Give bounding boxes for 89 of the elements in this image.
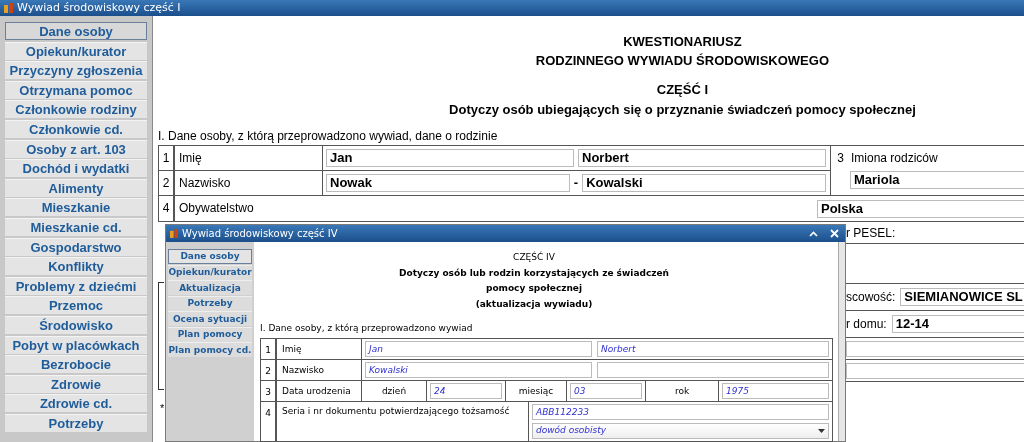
sidebar-item[interactable]: Konflikty	[5, 257, 147, 276]
sidebar-item[interactable]: Przyczyny zgłoszenia	[5, 61, 147, 80]
sidebar-item[interactable]: Bezrobocie	[5, 355, 147, 374]
sidebar-item[interactable]: Opiekun/kurator	[5, 41, 147, 60]
text-field[interactable]: 03	[570, 382, 642, 399]
form-heading: CZĘŚĆ IV	[513, 250, 555, 264]
text-field[interactable]: Norbert	[597, 340, 829, 357]
sidebar-item[interactable]: Gospodarstwo	[5, 237, 147, 256]
row-number: 2	[261, 359, 277, 380]
document-type-dropdown[interactable]: dowód osobisty	[532, 422, 829, 439]
sidebar-item[interactable]: Ocena sytuacji	[168, 311, 252, 326]
sidebar-item[interactable]: Środowisko	[5, 315, 147, 334]
text-field[interactable]: Mariola	[850, 171, 1024, 189]
field-label: Nazwisko	[277, 359, 362, 380]
app-icon	[4, 3, 13, 13]
footnote-mark: *	[160, 401, 165, 416]
field-label: rok	[673, 384, 691, 398]
sidebar-item[interactable]: Potrzeby	[168, 295, 252, 311]
form-heading: RODZINNEGO WYWIADU ŚRODOWISKOWEGO	[535, 52, 829, 70]
app-icon	[170, 229, 178, 238]
sidebar-item[interactable]: Dane osoby	[168, 249, 252, 264]
close-icon[interactable]	[830, 229, 839, 238]
sidebar-item[interactable]: Dochód i wydatki	[5, 159, 147, 178]
sidebar-item[interactable]: Plan pomocy	[168, 326, 252, 342]
sidebar-item[interactable]: Pobyt w placówkach	[5, 335, 147, 354]
text-field[interactable]: ABB112233	[532, 403, 829, 420]
text-field[interactable]: 12-14	[891, 315, 1024, 333]
sidebar-item[interactable]: Plan pomocy cd.	[168, 342, 252, 357]
sidebar-item[interactable]: Dane osoby	[5, 22, 147, 40]
field-label: Data urodzenia	[277, 380, 362, 401]
sidebar-item[interactable]: Członkowie rodziny	[5, 100, 147, 119]
form-heading: pomocy społecznej	[485, 282, 583, 295]
sidebar-item[interactable]: Aktualizacja	[168, 280, 252, 295]
field-label: scowość:	[846, 289, 896, 306]
dropdown-arrow-icon	[818, 428, 825, 433]
field-label: Obywatelstwo	[178, 200, 255, 217]
row-number: 2	[159, 171, 175, 195]
form-heading: (aktualizacja wywiadu)	[475, 297, 593, 311]
field-label: r domu:	[846, 316, 887, 333]
sidebar-item[interactable]: Mieszkanie	[5, 198, 147, 217]
separator: -	[573, 174, 579, 193]
text-field[interactable]: 24	[430, 382, 502, 399]
sidebar-item[interactable]: Mieszkanie cd.	[5, 217, 147, 236]
sidebar-item[interactable]: Osoby z art. 103	[5, 139, 147, 158]
form-heading: KWESTIONARIUSZ	[623, 33, 742, 51]
sidebar-item[interactable]: Potrzeby	[5, 413, 147, 432]
sidebar-item[interactable]: Opiekun/kurator	[168, 264, 252, 280]
text-field[interactable]: SIEMIANOWICE SL	[900, 288, 1024, 306]
text-field[interactable]: Polska	[817, 199, 1024, 218]
field-label: Imię	[277, 338, 362, 359]
sidebar-item[interactable]: Przemoc	[5, 296, 147, 315]
text-field[interactable]: Kowalski	[582, 174, 826, 192]
row-number: 4	[261, 401, 277, 441]
scrollbar[interactable]	[838, 242, 845, 441]
form-heading: CZĘŚĆ I	[656, 81, 709, 99]
row-number: 3	[261, 380, 277, 401]
text-field[interactable]: Nowak	[326, 174, 570, 192]
text-field[interactable]: 1975	[722, 382, 829, 399]
text-field[interactable]: Jan	[326, 149, 574, 167]
field-label: r PESEL:	[846, 224, 896, 242]
text-field[interactable]: Jan	[365, 340, 592, 357]
sidebar-item[interactable]: Członkowie cd.	[5, 119, 147, 138]
row-number: 1	[159, 146, 175, 170]
field-label: miesiąc	[517, 384, 555, 398]
row-number: 3	[836, 150, 845, 167]
sidebar-item[interactable]: Zdrowie	[5, 374, 147, 393]
text-field[interactable]: Norbert	[578, 149, 826, 167]
row-number: 1	[261, 338, 277, 359]
field-label: Seria i nr dokumentu potwierdzającego tożsamość	[277, 401, 529, 441]
collapse-icon[interactable]	[809, 230, 818, 237]
text-field[interactable]	[597, 361, 829, 378]
dialog-title: Wywiad środowiskowy część IV	[182, 227, 339, 241]
row-number: 4	[159, 196, 175, 221]
text-field[interactable]	[846, 340, 1024, 357]
window-title: Wywiad środowiskowy część I	[17, 0, 181, 16]
field-label: dzień	[380, 384, 408, 398]
text-field[interactable]	[846, 362, 1024, 379]
field-label: Nazwisko	[175, 171, 323, 195]
sidebar-item[interactable]: Alimenty	[5, 178, 147, 197]
sidebar-item[interactable]: Problemy z dziećmi	[5, 276, 147, 295]
sidebar-item[interactable]: Zdrowie cd.	[5, 394, 147, 413]
form-heading: Dotyczy osób lub rodzin korzystających ze świadczeń	[399, 266, 669, 280]
field-label: Imię	[175, 146, 323, 170]
section-title: I. Dane osoby, z którą przeprowadzono wywiad, dane o rodzinie	[158, 128, 499, 145]
text-field[interactable]: Kowalski	[365, 361, 592, 378]
section-title: I. Dane osoby, z którą przeprowadzono wywiad	[260, 322, 474, 335]
form-heading: Dotyczy osób ubiegających się o przyznanie świadczeń pomocy społecznej	[449, 101, 916, 119]
sidebar-item[interactable]: Otrzymana pomoc	[5, 80, 147, 99]
field-label: Imiona rodziców	[850, 150, 939, 167]
